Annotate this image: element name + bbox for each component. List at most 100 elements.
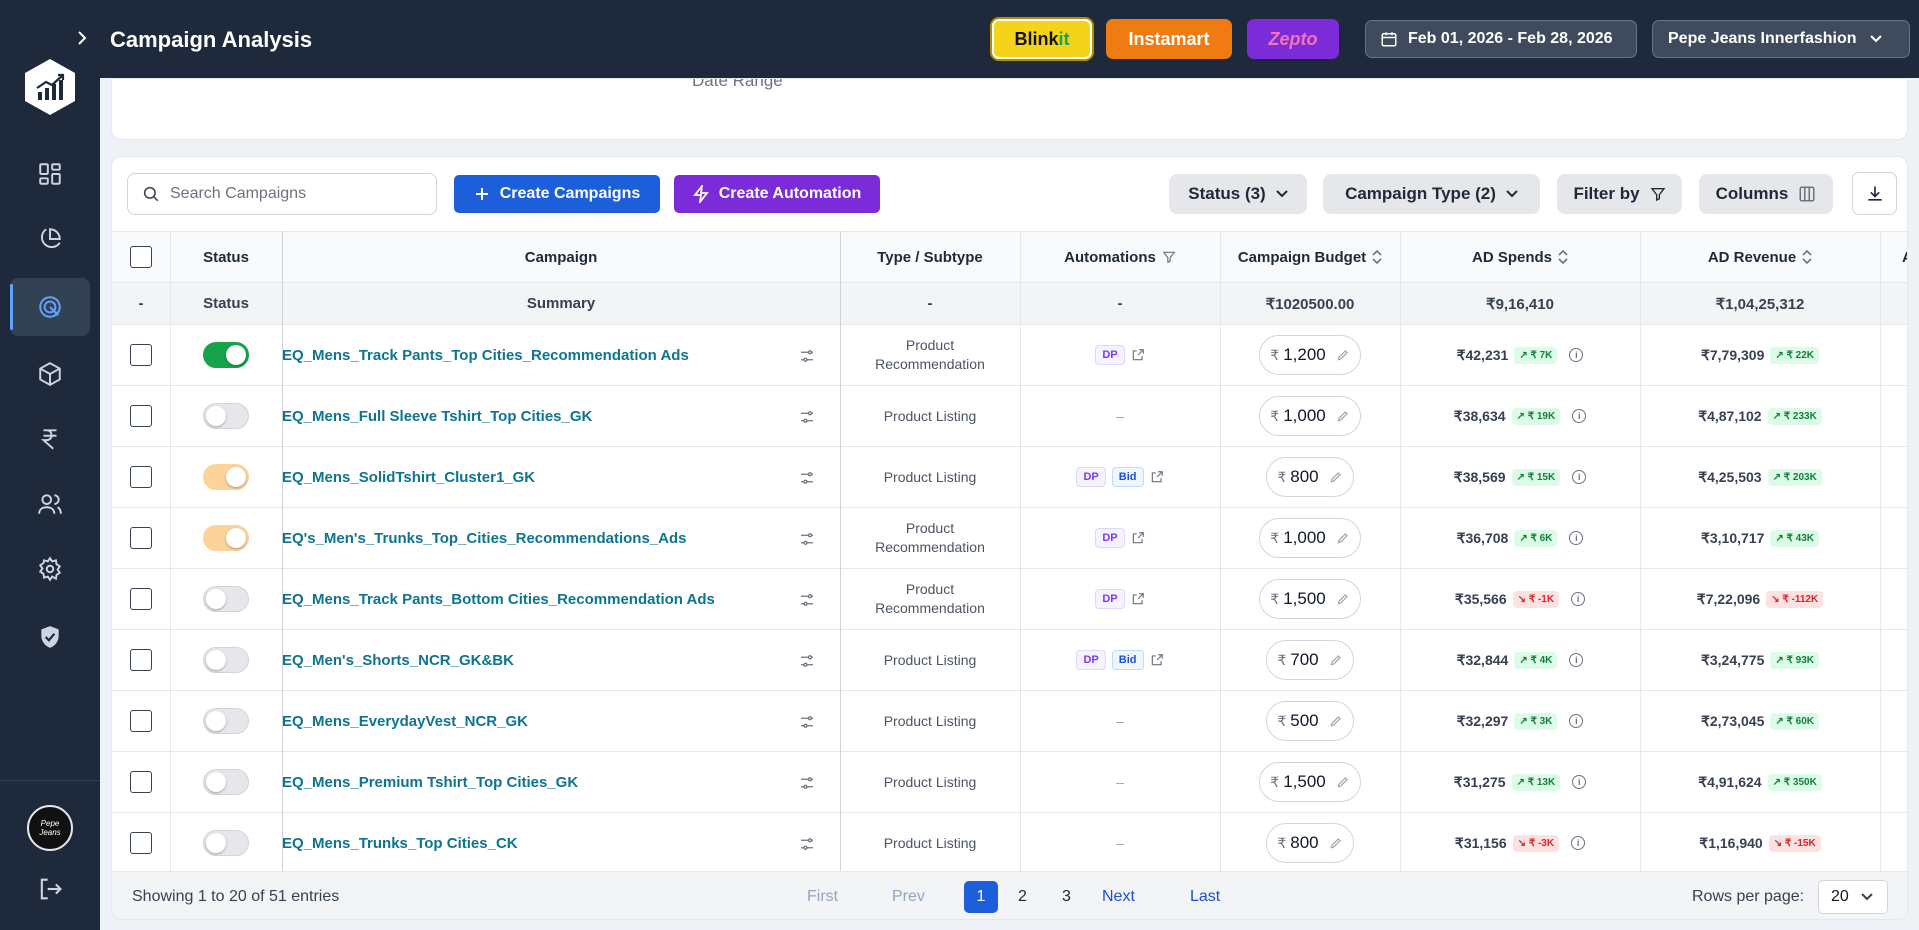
header-automations[interactable]: Automations (1020, 232, 1220, 282)
avatar[interactable]: Pepe Jeans (27, 805, 73, 851)
pencil-icon[interactable] (1329, 470, 1343, 484)
info-icon[interactable]: i (1572, 409, 1587, 423)
last-page-button[interactable]: Last (1190, 888, 1220, 906)
status-toggle[interactable] (203, 647, 249, 673)
chevron-right-icon[interactable] (76, 30, 88, 46)
automation-tag-dp[interactable]: DP (1095, 528, 1125, 548)
info-icon[interactable]: i (1571, 836, 1586, 850)
search-input[interactable] (170, 185, 420, 203)
status-toggle[interactable] (203, 525, 249, 551)
budget-input[interactable]: ₹1,500 (1259, 762, 1361, 802)
status-toggle[interactable] (203, 403, 249, 429)
pencil-icon[interactable] (1336, 592, 1350, 606)
sliders-icon[interactable] (798, 591, 816, 609)
campaign-name-link[interactable]: EQ_Mens_SolidTshirt_Cluster1_GK (282, 447, 535, 507)
filter-icon[interactable] (1162, 250, 1176, 264)
nav-products[interactable] (10, 345, 90, 403)
logout-icon[interactable] (36, 875, 64, 903)
campaign-name-link[interactable]: EQ_Mens_Track Pants_Top Cities_Recommend… (282, 325, 689, 385)
automation-tag-dp[interactable]: DP (1076, 650, 1106, 670)
info-icon[interactable]: i (1572, 470, 1587, 484)
platform-instamart-button[interactable]: Instamart (1106, 19, 1232, 59)
campaign-name-link[interactable]: EQ's_Men's_Trunks_Top_Cities_Recommendat… (282, 508, 686, 568)
external-link-icon[interactable] (1150, 653, 1164, 667)
header-ad-spends[interactable]: AD Spends (1400, 232, 1640, 282)
budget-input[interactable]: ₹1,500 (1259, 579, 1361, 619)
create-automation-button[interactable]: Create Automation (674, 175, 880, 213)
campaign-name-link[interactable]: EQ_Mens_Track Pants_Bottom Cities_Recomm… (282, 569, 715, 629)
row-checkbox[interactable] (130, 344, 152, 366)
campaign-name-link[interactable]: EQ_Men's_Shorts_NCR_GK&BK (282, 630, 514, 690)
sliders-icon[interactable] (798, 530, 816, 548)
status-toggle[interactable] (203, 769, 249, 795)
external-link-icon[interactable] (1131, 348, 1145, 362)
nav-dashboard[interactable] (10, 145, 90, 203)
status-toggle[interactable] (203, 342, 249, 368)
page-3-button[interactable]: 3 (1062, 888, 1071, 906)
info-icon[interactable]: i (1571, 592, 1586, 606)
page-2-button[interactable]: 2 (1018, 888, 1027, 906)
campaign-name-link[interactable]: EQ_Mens_Premium Tshirt_Top Cities_GK (282, 752, 578, 812)
date-range-button[interactable]: Feb 01, 2026 - Feb 28, 2026 (1365, 20, 1637, 58)
row-checkbox[interactable] (130, 832, 152, 854)
automation-tag-bid[interactable]: Bid (1111, 467, 1144, 487)
automation-tag-dp[interactable]: DP (1095, 589, 1125, 609)
status-toggle[interactable] (203, 464, 249, 490)
automation-tag-dp[interactable]: DP (1076, 467, 1106, 487)
pencil-icon[interactable] (1329, 836, 1343, 850)
platform-blinkit-button[interactable]: Blink it (992, 19, 1092, 59)
info-icon[interactable]: i (1572, 775, 1587, 789)
budget-input[interactable]: ₹800 (1266, 457, 1354, 497)
status-toggle[interactable] (203, 708, 249, 734)
sliders-icon[interactable] (798, 469, 816, 487)
campaign-name-link[interactable]: EQ_Mens_Full Sleeve Tshirt_Top Cities_GK (282, 386, 592, 446)
sliders-icon[interactable] (798, 408, 816, 426)
rows-per-page-select[interactable]: 20 (1818, 880, 1888, 914)
budget-input[interactable]: ₹1,000 (1259, 518, 1361, 558)
platform-zepto-button[interactable]: Zepto (1247, 19, 1339, 59)
nav-analytics[interactable] (10, 210, 90, 268)
info-icon[interactable]: i (1569, 714, 1584, 728)
nav-settings[interactable] (10, 540, 90, 598)
nav-campaigns[interactable] (10, 278, 90, 336)
status-toggle[interactable] (203, 586, 249, 612)
external-link-icon[interactable] (1150, 470, 1164, 484)
brand-select[interactable]: Pepe Jeans Innerfashion (1652, 20, 1910, 58)
pencil-icon[interactable] (1329, 653, 1343, 667)
nav-users[interactable] (10, 475, 90, 533)
row-checkbox[interactable] (130, 466, 152, 488)
info-icon[interactable]: i (1569, 653, 1584, 667)
row-checkbox[interactable] (130, 527, 152, 549)
filter-by-button[interactable]: Filter by (1557, 174, 1682, 214)
header-status[interactable]: Status (170, 232, 282, 282)
budget-input[interactable]: ₹1,000 (1259, 396, 1361, 436)
row-checkbox[interactable] (130, 771, 152, 793)
sort-icon[interactable] (1802, 249, 1812, 265)
row-checkbox[interactable] (130, 710, 152, 732)
app-logo-icon[interactable] (24, 58, 76, 116)
header-next-column[interactable]: A (1902, 232, 1907, 282)
download-button[interactable] (1852, 172, 1897, 215)
budget-input[interactable]: ₹700 (1266, 640, 1354, 680)
pencil-icon[interactable] (1336, 409, 1350, 423)
header-type[interactable]: Type / Subtype (840, 232, 1020, 282)
campaign-type-filter-dropdown[interactable]: Campaign Type (2) (1323, 174, 1540, 214)
header-campaign[interactable]: Campaign (282, 232, 840, 282)
header-ad-revenue[interactable]: AD Revenue (1640, 232, 1880, 282)
pencil-icon[interactable] (1336, 348, 1350, 362)
campaign-name-link[interactable]: EQ_Mens_EverydayVest_NCR_GK (282, 691, 528, 751)
budget-input[interactable]: ₹500 (1266, 701, 1354, 741)
columns-button[interactable]: Columns (1699, 174, 1833, 214)
sliders-icon[interactable] (798, 713, 816, 731)
status-toggle[interactable] (203, 830, 249, 856)
row-checkbox[interactable] (130, 588, 152, 610)
info-icon[interactable]: i (1569, 348, 1584, 362)
automation-tag-bid[interactable]: Bid (1111, 650, 1144, 670)
budget-input[interactable]: ₹1,200 (1259, 335, 1361, 375)
sliders-icon[interactable] (798, 347, 816, 365)
sliders-icon[interactable] (798, 652, 816, 670)
row-checkbox[interactable] (130, 649, 152, 671)
info-icon[interactable]: i (1569, 531, 1584, 545)
next-page-button[interactable]: Next (1102, 888, 1135, 906)
sliders-icon[interactable] (798, 835, 816, 853)
